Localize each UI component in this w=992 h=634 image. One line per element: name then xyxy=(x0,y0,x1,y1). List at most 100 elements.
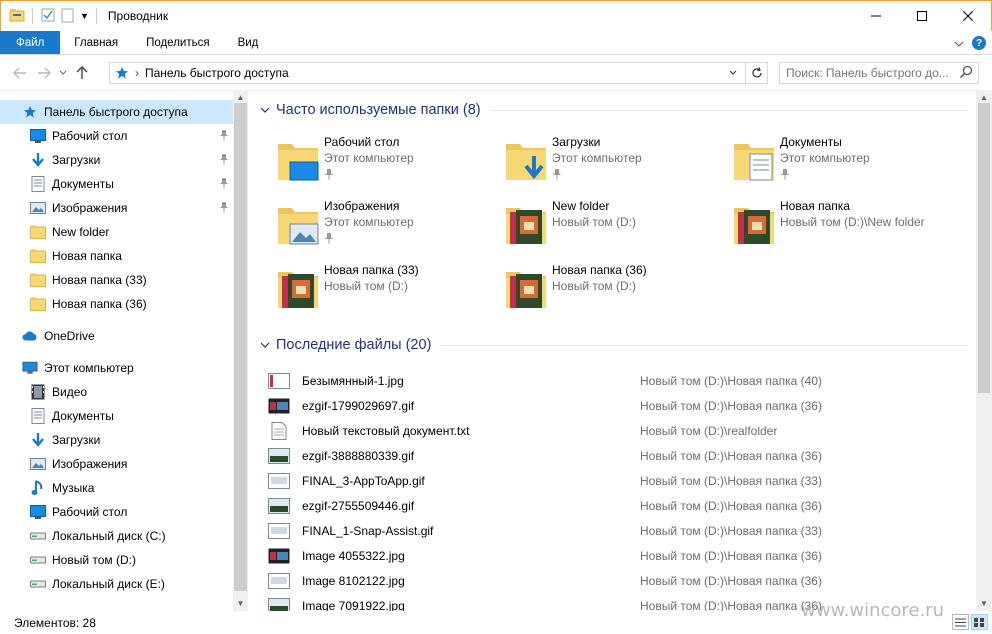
refresh-button[interactable] xyxy=(745,63,767,83)
folder-name: New folder xyxy=(552,199,610,213)
folder-tile[interactable]: Рабочий стол Этот компьютер xyxy=(248,132,476,192)
sidebar-item[interactable]: Документы xyxy=(0,404,233,428)
folder-location: Этот компьютер xyxy=(324,151,414,165)
sidebar-item[interactable]: Локальный диск (E:) xyxy=(0,572,233,596)
list-item[interactable]: Image 8102122.jpg Новый том (D:)\Новая па… xyxy=(268,568,968,593)
file-name: FINAL_1-Snap-Assist.gif xyxy=(302,523,434,538)
explorer-icon[interactable] xyxy=(9,7,25,26)
sidebar-item[interactable]: Изображения xyxy=(0,452,233,476)
folder-tile-info: Изображения Этот компьютер xyxy=(324,198,414,256)
video-icon xyxy=(30,384,46,400)
qat-dropdown-icon[interactable]: ▼ xyxy=(80,11,89,21)
tab-home[interactable]: Главная xyxy=(60,31,132,54)
collapse-chevron-icon[interactable] xyxy=(260,102,270,118)
quick-access-toolbar: ▼ xyxy=(9,7,100,26)
file-thumbnail-icon xyxy=(268,397,290,415)
sidebar-item[interactable]: Этот компьютер xyxy=(0,356,233,380)
qat-separator xyxy=(32,8,33,24)
properties-icon[interactable] xyxy=(40,7,56,26)
recent-locations-button[interactable] xyxy=(56,61,70,85)
folder-tile[interactable]: Документы Этот компьютер xyxy=(704,132,932,192)
address-dropdown-icon[interactable] xyxy=(723,63,743,83)
sidebar-item-label: Загрузки xyxy=(52,433,101,447)
folder-tile[interactable]: Загрузки Этот компьютер xyxy=(476,132,704,192)
list-item[interactable]: FINAL_1-Snap-Assist.gif Новый том (D:)\Но… xyxy=(268,518,968,543)
sidebar-item[interactable]: Рабочий стол xyxy=(0,500,233,524)
nav-scrollbar[interactable]: ▲ ▼ xyxy=(233,91,248,611)
content-scrollbar[interactable]: ▲ ▼ xyxy=(976,91,992,611)
details-view-button[interactable] xyxy=(952,614,969,630)
nav-scroll-thumb[interactable] xyxy=(234,103,247,591)
sidebar-item[interactable]: Новый том (D:) xyxy=(0,548,233,572)
tab-share[interactable]: Поделиться xyxy=(132,31,224,54)
file-thumbnail-icon xyxy=(268,522,290,540)
folder-tile[interactable]: Новая папка Новый том (D:)\New folder xyxy=(704,196,932,256)
minimize-button[interactable] xyxy=(853,1,899,31)
list-item[interactable]: Новый текстовый документ.txt Новый том (D… xyxy=(268,418,968,443)
list-item[interactable]: ezgif-3888880339.gif Новый том (D:)\Новая… xyxy=(268,443,968,468)
sidebar-item-label: Панель быстрого доступа xyxy=(44,105,188,119)
sidebar-item[interactable]: Загрузки xyxy=(0,428,233,452)
list-item[interactable]: Безымянный-1.jpg Новый том (D:)\Новая пап… xyxy=(268,368,968,393)
sidebar-item[interactable]: Видео xyxy=(0,380,233,404)
folder-name: Новая папка xyxy=(780,199,850,213)
scroll-down-icon[interactable]: ▼ xyxy=(233,597,248,609)
folder-location: Этот компьютер xyxy=(780,151,870,165)
maximize-button[interactable] xyxy=(899,1,945,31)
tab-view[interactable]: Вид xyxy=(224,31,273,54)
new-folder-icon[interactable] xyxy=(60,7,76,26)
sidebar-item[interactable]: Документы xyxy=(0,172,233,196)
tab-file[interactable]: Файл xyxy=(0,31,61,54)
address-bar[interactable]: › Панель быстрого доступа xyxy=(109,62,768,84)
search-input[interactable] xyxy=(786,66,956,80)
sidebar-item[interactable]: Изображения xyxy=(0,196,233,220)
navigation-row: › Панель быстрого доступа xyxy=(0,55,992,91)
sidebar-item[interactable]: Загрузки xyxy=(0,148,233,172)
sidebar-item[interactable]: Музыка xyxy=(0,476,233,500)
pictures-icon xyxy=(30,200,46,216)
scroll-up-icon[interactable]: ▲ xyxy=(976,91,992,103)
folder-tile[interactable]: Изображения Этот компьютер xyxy=(248,196,476,256)
list-item[interactable]: Image 4055322.jpg Новый том (D:)\Новая па… xyxy=(268,543,968,568)
window-controls xyxy=(853,1,991,31)
recent-files-header[interactable]: Последние файлы (20) xyxy=(260,337,968,353)
search-box[interactable] xyxy=(779,62,979,84)
scroll-down-icon[interactable]: ▼ xyxy=(976,597,992,609)
sidebar-item[interactable]: Панель быстрого доступа xyxy=(0,100,233,124)
sidebar-item[interactable]: Новая папка (36) xyxy=(0,292,233,316)
scroll-up-icon[interactable]: ▲ xyxy=(233,91,248,103)
sidebar-item[interactable]: Новая папка (33) xyxy=(0,268,233,292)
search-icon[interactable] xyxy=(959,65,973,82)
breadcrumb[interactable]: Панель быстрого доступа xyxy=(145,66,289,80)
folder-tile[interactable]: New folder Новый том (D:) xyxy=(476,196,704,256)
sidebar-item-label: Изображения xyxy=(52,201,128,215)
sidebar-item[interactable]: OneDrive xyxy=(0,324,233,348)
sidebar-item[interactable]: Новая папка xyxy=(0,244,233,268)
sidebar-item[interactable]: Рабочий стол xyxy=(0,124,233,148)
up-button[interactable] xyxy=(70,61,94,85)
download-icon xyxy=(30,152,46,168)
content-scroll-thumb[interactable] xyxy=(978,103,990,393)
breadcrumb-separator[interactable]: › xyxy=(135,66,139,80)
file-thumbnail-icon xyxy=(268,572,290,590)
expand-ribbon-icon[interactable] xyxy=(954,36,964,50)
folder-name: Новая папка (36) xyxy=(552,263,647,277)
list-item[interactable]: ezgif-2755509446.gif Новый том (D:)\Новая… xyxy=(268,493,968,518)
folder-icon xyxy=(30,296,46,312)
forward-button[interactable] xyxy=(32,61,56,85)
drive-icon xyxy=(30,552,46,568)
list-item[interactable]: FINAL_3-AppToApp.gif Новый том (D:)\Новая… xyxy=(268,468,968,493)
list-item[interactable]: ezgif-1799029697.gif Новый том (D:)\Новая… xyxy=(268,393,968,418)
folder-tile[interactable]: Новая папка (36) Новый том (D:) xyxy=(476,260,704,320)
pin-icon xyxy=(324,232,414,247)
sidebar-item[interactable]: Локальный диск (C:) xyxy=(0,524,233,548)
collapse-chevron-icon[interactable] xyxy=(260,337,270,353)
back-button[interactable] xyxy=(8,61,32,85)
frequent-folders-header[interactable]: Часто используемые папки (8) xyxy=(260,102,968,118)
folder-tile[interactable]: Новая папка (33) Новый том (D:) xyxy=(248,260,476,320)
tiles-view-button[interactable] xyxy=(971,614,988,630)
sidebar-item[interactable]: New folder xyxy=(0,220,233,244)
close-button[interactable] xyxy=(945,1,991,31)
folder-name: Рабочий стол xyxy=(324,135,400,149)
help-icon[interactable]: ? xyxy=(972,36,986,50)
